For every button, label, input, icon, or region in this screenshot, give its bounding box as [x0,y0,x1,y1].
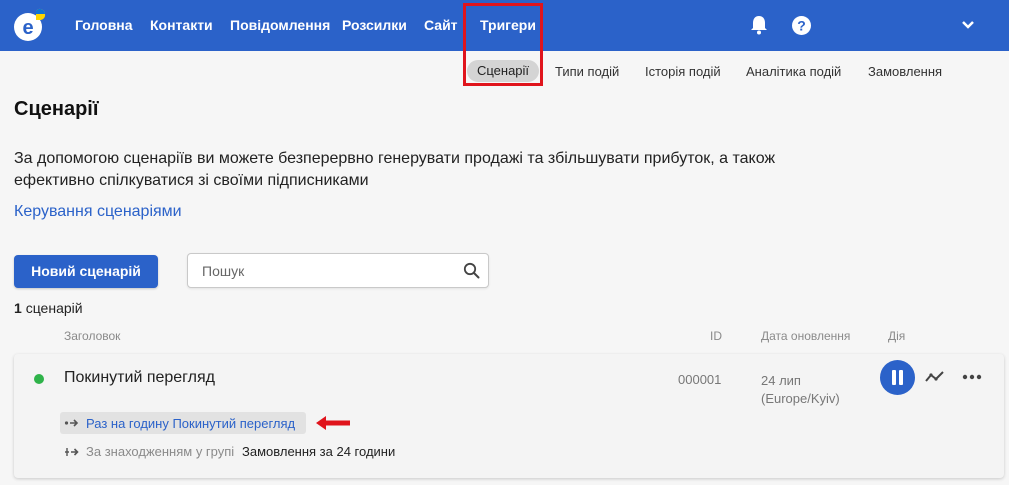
scenario-count: 1 сценарій [14,300,83,316]
condition-label: За знаходженням у групі [86,444,235,459]
column-header-action: Дія [888,329,906,343]
nav-item-home[interactable]: Головна [75,17,133,33]
scenario-timezone: (Europe/Kyiv) [761,391,840,406]
page-title: Сценарії [14,98,99,120]
trigger-chip[interactable]: Раз на годину Покинутий перегляд [60,412,306,434]
scenario-date: 24 лип [761,373,801,388]
column-header-title[interactable]: Заголовок [64,329,120,343]
esputnik-logo-icon[interactable]: e [12,8,48,44]
svg-text:e: e [22,17,33,39]
column-header-id[interactable]: ID [710,329,722,343]
more-options-icon[interactable] [962,374,982,380]
scenario-count-number: 1 [14,300,22,316]
bell-icon[interactable] [750,15,768,35]
tab-event-history[interactable]: Історія подій [645,64,721,79]
condition-group-link[interactable]: Замовлення за 24 години [242,444,395,459]
tab-orders[interactable]: Замовлення [868,64,942,79]
nav-item-campaigns[interactable]: Розсилки [342,17,407,33]
highlight-annotation-box [463,3,543,86]
description-line-2: ефективно спілкуватися зі своїми підписн… [14,172,369,189]
tab-event-types[interactable]: Типи подій [555,64,619,79]
analytics-icon[interactable] [925,370,945,384]
search-icon[interactable] [463,262,480,279]
red-pointer-arrow-icon [316,416,350,430]
scenario-updated: 24 лип (Europe/Kyiv) [761,372,840,408]
column-header-updated[interactable]: Дата оновлення [761,329,850,343]
scenario-title[interactable]: Покинутий перегляд [64,369,215,387]
search-input[interactable] [202,262,452,280]
manage-scenarios-link[interactable]: Керування сценаріями [14,203,182,221]
chevron-down-icon[interactable] [961,20,975,30]
trigger-text[interactable]: Раз на годину Покинутий перегляд [86,416,295,431]
new-scenario-button[interactable]: Новий сценарій [14,255,158,288]
description-line-1: За допомогою сценаріїв ви можете безпере… [14,150,776,167]
tab-event-analytics[interactable]: Аналітика подій [746,64,841,79]
search-box [187,253,489,288]
trigger-arrow-icon [64,419,79,427]
svg-text:?: ? [797,18,806,34]
nav-item-contacts[interactable]: Контакти [150,17,213,33]
scenario-row[interactable]: Покинутий перегляд 000001 24 лип (Europe… [14,354,1004,478]
condition-arrow-icon [65,448,79,456]
nav-item-site[interactable]: Сайт [424,17,458,33]
scenario-count-label: сценарій [25,300,83,316]
page-description: За допомогою сценаріїв ви можете безпере… [14,148,834,192]
status-active-dot [34,374,44,384]
help-icon[interactable]: ? [792,16,811,35]
pause-button[interactable] [880,360,915,395]
nav-item-messages[interactable]: Повідомлення [230,17,330,33]
scenario-id: 000001 [678,372,722,387]
